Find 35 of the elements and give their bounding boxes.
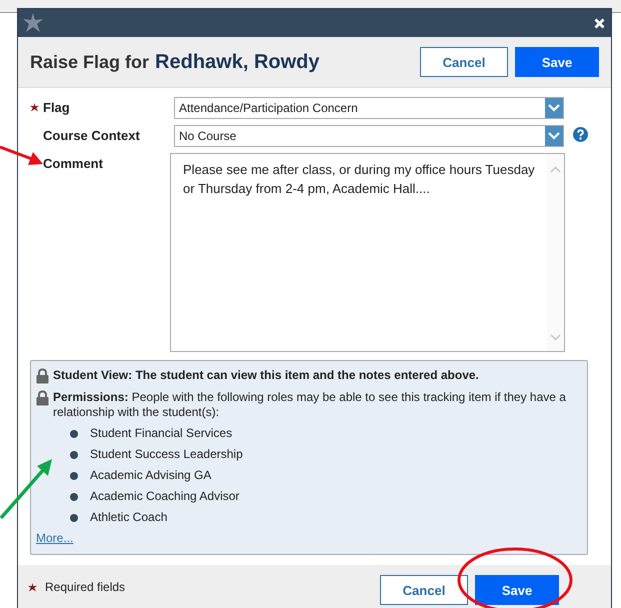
chevron-down-icon: [548, 132, 560, 140]
bullet-icon: [70, 514, 78, 522]
role-item: Athletic Coach: [90, 510, 168, 525]
cancel-button[interactable]: Cancel: [380, 575, 468, 605]
annotation-arrow: [0, 146, 43, 165]
dialog-title: Raise Flag for: [30, 52, 150, 72]
field-label: Course Context: [43, 128, 140, 143]
close-icon[interactable]: [594, 18, 605, 28]
role-item: Student Financial Services: [90, 426, 232, 441]
required-icon: [28, 582, 37, 592]
cancel-button[interactable]: Cancel: [420, 47, 508, 77]
role-item: Academic Coaching Advisor: [90, 489, 240, 504]
bullet-icon: [70, 472, 78, 480]
bullet-icon: [70, 492, 78, 500]
annotation-arrow: [0, 459, 52, 520]
select-field[interactable]: No Course: [174, 125, 564, 147]
field-label: Flag: [43, 100, 70, 115]
lock-icon: [36, 390, 49, 406]
student-view-note: Student View: The student can view this item and the notes entered above.: [53, 368, 480, 384]
lock-icon: [36, 368, 49, 384]
student-name: Redhawk, Rowdy: [155, 50, 320, 74]
save-button[interactable]: Save: [475, 575, 559, 605]
role-item: Student Success Leadership: [90, 447, 243, 462]
bullet-icon: [70, 430, 78, 438]
role-item: Academic Advising GA: [90, 468, 212, 483]
required-note: Required fields: [45, 580, 126, 594]
permissions-note: Permissions: People with the following roles may be able to see this tracking item if they have a relationship with the student(s):: [53, 390, 567, 420]
chevron-down-icon: [548, 104, 560, 112]
more-link[interactable]: More...: [36, 531, 74, 545]
select-field[interactable]: Attendance/Participation Concern: [174, 97, 564, 119]
star-logo-icon: [22, 13, 44, 33]
bullet-icon: [70, 450, 78, 458]
help-icon[interactable]: [573, 127, 588, 142]
save-button[interactable]: Save: [515, 47, 599, 77]
field-label: Comment: [43, 156, 103, 171]
